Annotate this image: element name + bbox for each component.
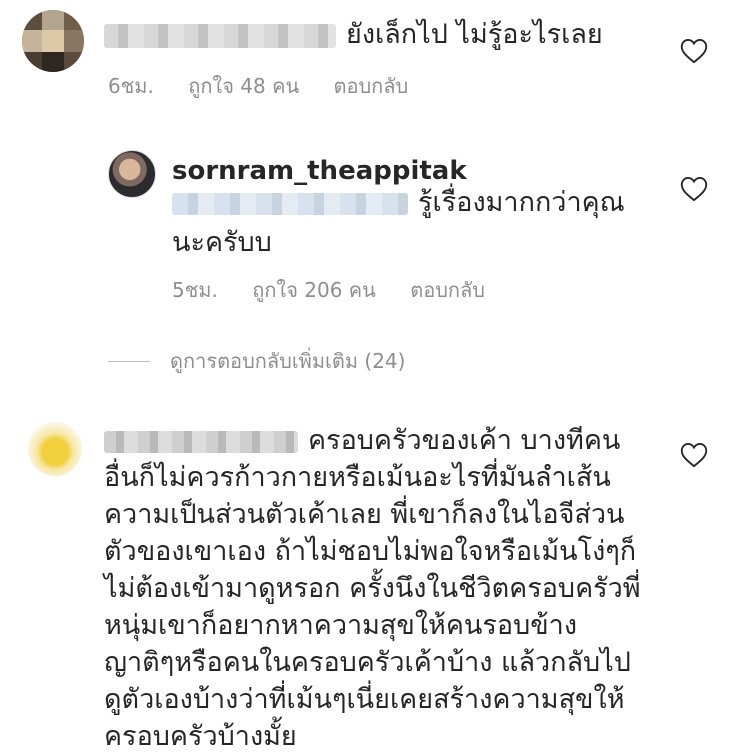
avatar[interactable] — [108, 150, 156, 198]
reply-meta: 5ชม. ถูกใจ 206 คน ตอบกลับ — [172, 274, 513, 306]
comment-1: ยังเล็กไป ไม่รู้อะไรเลย 6ชม. ถูกใจ 48 คน… — [0, 0, 750, 110]
comment-line: ไม่ต้องเข้ามาดูหรอก ครั้งนึงในชีวิตครอบค… — [104, 573, 641, 604]
view-more-replies[interactable]: ดูการตอบกลับเพิ่มเติม (24) — [108, 345, 405, 377]
reply-button[interactable]: ตอบกลับ — [410, 278, 485, 302]
reply-button[interactable]: ตอบกลับ — [333, 74, 408, 98]
reply-comment: sornram_theappitak รู้เรื่องมากกว่าคุณ น… — [0, 140, 750, 310]
timestamp: 6ชม. — [108, 74, 154, 98]
heart-outline-icon[interactable] — [680, 442, 708, 468]
comment-line: อื่นก็ไม่ควรก้าวกายหรือเม้นอะไรที่มันลำเ… — [104, 462, 611, 493]
comment-3: ครอบครัวของเค้า บางทีคน อื่นก็ไม่ควรก้าว… — [0, 400, 750, 752]
avatar[interactable] — [22, 10, 84, 72]
avatar[interactable] — [28, 422, 82, 476]
comment-line: ญาติๆหรือคนในครอบครัวเค้าบ้าง แล้วกลับไป — [104, 647, 631, 678]
heart-outline-icon[interactable] — [680, 38, 708, 64]
comment-line: ตัวของเขาเอง ถ้าไม่ชอบไม่พอใจหรือเม้นโง่… — [104, 536, 637, 567]
comment-line: ดูตัวเองบ้างว่าที่เม้นๆเนี่ยเคยสร้างความ… — [104, 684, 625, 715]
reply-text-cont: นะครับบ — [172, 227, 272, 258]
reply-text: รู้เรื่องมากกว่าคุณ — [172, 184, 625, 221]
comment-text: ยังเล็กไป ไม่รู้อะไรเลย — [104, 16, 603, 53]
comment-meta: 6ชม. ถูกใจ 48 คน ตอบกลับ — [108, 70, 436, 102]
likes-count[interactable]: ถูกใจ 48 คน — [188, 74, 299, 98]
divider — [108, 360, 150, 362]
comment-line: หนุ่มเขาก็อยากหาความสุขให้คนรอบข้าง — [104, 610, 578, 641]
timestamp: 5ชม. — [172, 278, 218, 302]
blurred-username[interactable] — [104, 23, 336, 48]
comment-text: ครอบครัวของเค้า บางทีคน อื่นก็ไม่ควรก้าว… — [104, 422, 664, 755]
heart-outline-icon[interactable] — [680, 176, 708, 202]
likes-count[interactable]: ถูกใจ 206 คน — [252, 278, 376, 302]
comment-line: ครอบครัวบ้างมั้ย — [104, 721, 297, 752]
blurred-username[interactable] — [104, 430, 298, 453]
blurred-mention[interactable] — [172, 192, 408, 215]
comment-line: ความเป็นส่วนตัวเค้าเลย พี่เขาก็ลงในไอจีส… — [104, 499, 625, 530]
